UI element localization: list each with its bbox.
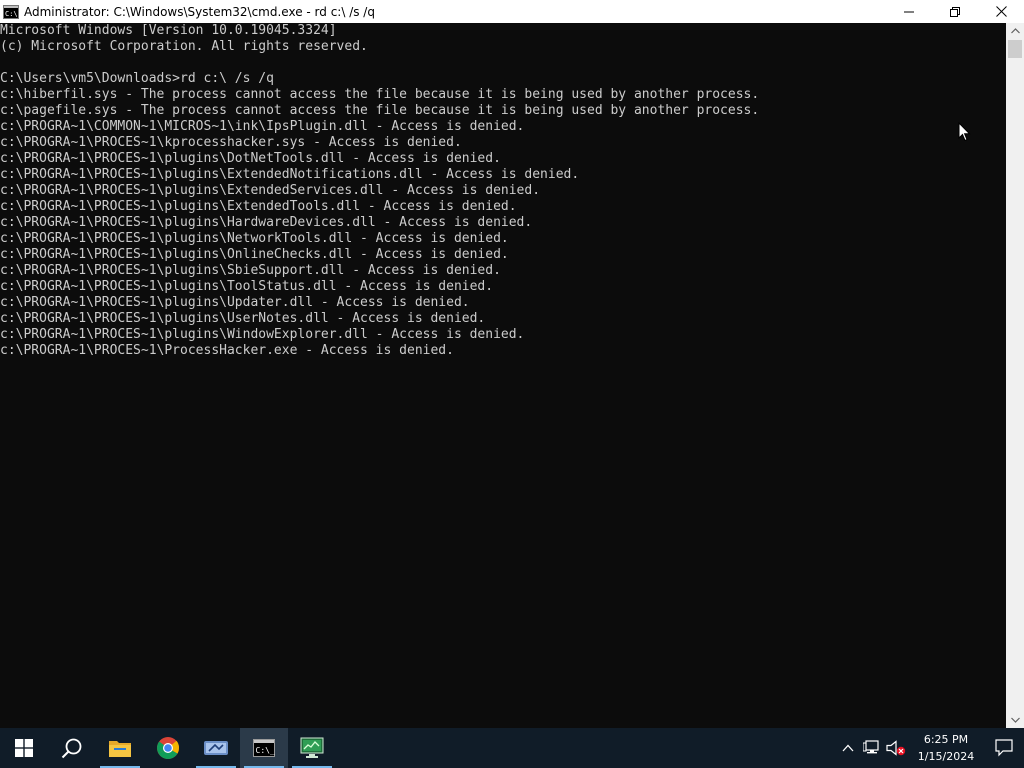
- console-line: c:\hiberfil.sys - The process cannot acc…: [0, 87, 760, 102]
- clock-time: 6:25 PM: [923, 733, 969, 746]
- minimize-icon: [904, 11, 914, 12]
- svg-text:C:\: C:\: [5, 10, 18, 18]
- notification-icon: [995, 739, 1013, 757]
- windows-logo-icon: [15, 739, 33, 757]
- chrome-icon: [157, 737, 180, 759]
- cmd-window[interactable]: C:\ Administrator: C:\Windows\System32\c…: [0, 0, 1024, 728]
- console-line: C:\Users\vm5\Downloads>rd c:\ /s /q: [0, 71, 274, 86]
- restore-icon: [950, 6, 960, 17]
- file-explorer-button[interactable]: [96, 728, 144, 768]
- close-button[interactable]: [978, 0, 1024, 23]
- console-line: c:\PROGRA~1\PROCES~1\plugins\UserNotes.d…: [0, 311, 486, 326]
- console-output[interactable]: Microsoft Windows [Version 10.0.19045.33…: [0, 23, 1006, 728]
- search-button[interactable]: [48, 728, 96, 768]
- cmd-taskbar-button[interactable]: C:\_: [240, 728, 288, 768]
- volume-muted-icon: [886, 740, 906, 756]
- cmd-icon: C:\: [3, 4, 19, 20]
- show-hidden-icons-button[interactable]: [836, 728, 860, 768]
- console-line: c:\PROGRA~1\PROCES~1\plugins\WindowExplo…: [0, 327, 525, 342]
- close-icon: [995, 6, 1007, 17]
- caption-buttons: [886, 0, 1024, 23]
- chrome-button[interactable]: [144, 728, 192, 768]
- chevron-up-icon: [842, 744, 854, 752]
- clock-date: 1/15/2024: [917, 750, 975, 763]
- app-icon: [204, 741, 228, 755]
- vertical-scrollbar[interactable]: [1006, 23, 1024, 728]
- console-line: c:\PROGRA~1\PROCES~1\plugins\OnlineCheck…: [0, 247, 509, 262]
- console-line: c:\PROGRA~1\PROCES~1\plugins\DotNetTools…: [0, 151, 501, 166]
- minimize-button[interactable]: [886, 0, 932, 23]
- cmd-icon: C:\_: [253, 739, 275, 757]
- search-icon: [61, 738, 82, 759]
- taskbar: C:\_ 6:25 PM 1/15/2024: [0, 728, 1024, 768]
- network-icon: [863, 740, 879, 754]
- mouse-cursor-icon: [958, 121, 971, 146]
- console-line: c:\PROGRA~1\PROCES~1\plugins\SbieSupport…: [0, 263, 501, 278]
- console-line: c:\PROGRA~1\PROCES~1\plugins\ExtendedToo…: [0, 199, 517, 214]
- app-button[interactable]: [192, 728, 240, 768]
- console-line: c:\PROGRA~1\PROCES~1\plugins\NetworkTool…: [0, 231, 509, 246]
- scroll-down-button[interactable]: [1006, 712, 1024, 728]
- console-line: c:\PROGRA~1\PROCES~1\kprocesshacker.sys …: [0, 135, 462, 150]
- network-button[interactable]: [860, 728, 884, 768]
- taskbar-clock[interactable]: 6:25 PM 1/15/2024: [908, 731, 984, 765]
- console-line: (c) Microsoft Corporation. All rights re…: [0, 39, 368, 54]
- title-bar[interactable]: C:\ Administrator: C:\Windows\System32\c…: [0, 0, 1024, 23]
- scroll-thumb[interactable]: [1008, 40, 1022, 58]
- console-line: c:\PROGRA~1\PROCES~1\ProcessHacker.exe -…: [0, 343, 454, 358]
- chevron-down-icon: [1010, 717, 1020, 723]
- monitor-icon: [300, 737, 324, 758]
- console-line: c:\PROGRA~1\PROCES~1\plugins\ExtendedSer…: [0, 183, 541, 198]
- action-center-button[interactable]: [984, 728, 1024, 768]
- system-tray: 6:25 PM 1/15/2024: [836, 728, 1024, 768]
- folder-icon: [109, 741, 131, 757]
- restore-button[interactable]: [932, 0, 978, 23]
- console-line: c:\PROGRA~1\PROCES~1\plugins\ExtendedNot…: [0, 167, 580, 182]
- console-line: c:\PROGRA~1\PROCES~1\plugins\HardwareDev…: [0, 215, 533, 230]
- svg-text:C:\_: C:\_: [256, 746, 275, 755]
- console-line: c:\PROGRA~1\PROCES~1\plugins\ToolStatus.…: [0, 279, 494, 294]
- console-line: c:\PROGRA~1\COMMON~1\MICROS~1\ink\IpsPlu…: [0, 119, 525, 134]
- chevron-up-icon: [1010, 28, 1020, 34]
- manager-button[interactable]: [288, 728, 336, 768]
- volume-button[interactable]: [884, 728, 908, 768]
- console-line: c:\pagefile.sys - The process cannot acc…: [0, 103, 760, 118]
- console-line: Microsoft Windows [Version 10.0.19045.33…: [0, 23, 337, 38]
- start-button[interactable]: [0, 728, 48, 768]
- console-line: c:\PROGRA~1\PROCES~1\plugins\Updater.dll…: [0, 295, 470, 310]
- window-title: Administrator: C:\Windows\System32\cmd.e…: [24, 4, 375, 19]
- scroll-up-button[interactable]: [1006, 23, 1024, 39]
